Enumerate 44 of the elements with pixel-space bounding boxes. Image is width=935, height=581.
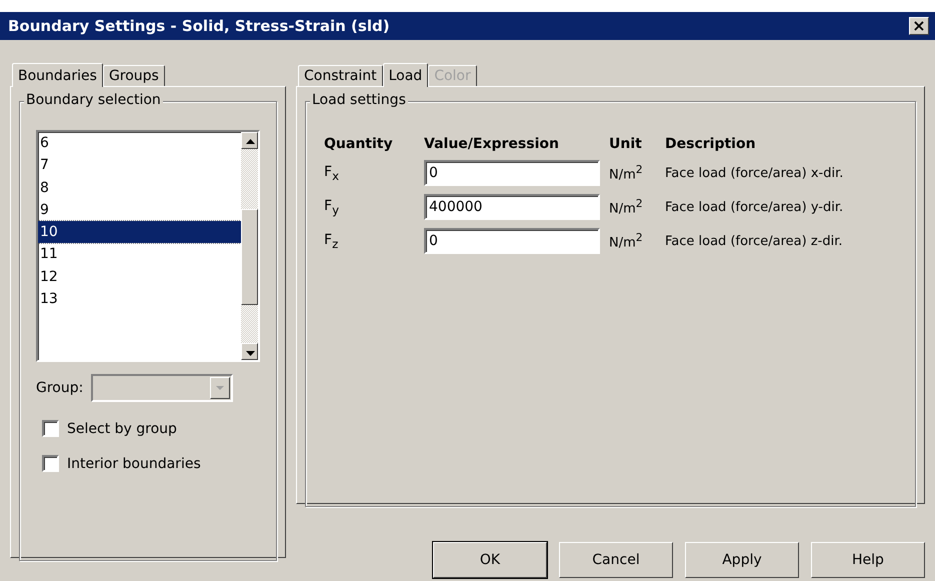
dialog-button[interactable]: Apply xyxy=(685,542,799,578)
list-item[interactable]: 13 xyxy=(38,288,241,310)
description-text: Face load (force/area) x-dir. xyxy=(665,166,844,180)
checkbox[interactable] xyxy=(42,455,59,472)
list-item[interactable]: 7 xyxy=(38,154,241,177)
unit-label: N/m$^{2}$ xyxy=(609,163,644,183)
scroll-down-icon[interactable] xyxy=(241,343,258,360)
dialog-button[interactable]: OK xyxy=(433,542,547,578)
value-field[interactable]: 400000 xyxy=(424,194,600,220)
column-header: Unit xyxy=(609,136,643,152)
column-header: Value/Expression xyxy=(424,136,560,152)
window-title: Boundary Settings - Solid, Stress-Strain (sld) xyxy=(8,17,390,35)
dialog-button[interactable]: Cancel xyxy=(559,542,673,578)
list-item[interactable]: 12 xyxy=(38,266,241,288)
tab[interactable]: Boundaries xyxy=(12,63,103,87)
unit-label: N/m$^{2}$ xyxy=(609,231,644,251)
description-text: Face load (force/area) y-dir. xyxy=(665,200,844,214)
list-item[interactable]: 10 xyxy=(38,221,241,244)
value-field[interactable]: 0 xyxy=(424,228,600,254)
checkbox-label: Interior boundaries xyxy=(67,456,201,472)
quantity-label: F$_{y}$ xyxy=(324,198,340,216)
unit-label: N/m$^{2}$ xyxy=(609,197,644,217)
quantity-label: F$_{z}$ xyxy=(324,232,340,250)
list-item[interactable]: 11 xyxy=(38,243,241,266)
list-item[interactable]: 9 xyxy=(38,198,241,222)
list-item[interactable]: 6 xyxy=(38,132,241,154)
close-button[interactable]: × xyxy=(909,17,929,35)
checkbox-label: Select by group xyxy=(67,420,177,436)
tab[interactable]: Groups xyxy=(102,65,165,86)
group-box-title: Load settings xyxy=(310,92,408,108)
scroll-up-icon[interactable] xyxy=(241,132,258,149)
list-item[interactable]: 8 xyxy=(38,176,241,199)
scrollbar[interactable] xyxy=(241,132,258,360)
group-label: Group: xyxy=(36,380,84,396)
tab[interactable]: Constraint xyxy=(298,65,383,86)
value-field[interactable]: 0 xyxy=(424,160,600,186)
column-header: Quantity xyxy=(324,136,394,152)
dialog-button[interactable]: Help xyxy=(811,542,925,578)
description-text: Face load (force/area) z-dir. xyxy=(665,234,844,248)
tab[interactable]: Load xyxy=(382,63,428,87)
checkbox[interactable] xyxy=(42,420,59,437)
quantity-label: F$_{x}$ xyxy=(324,164,340,182)
group-box-title: Boundary selection xyxy=(24,92,163,108)
column-header: Description xyxy=(665,136,757,152)
